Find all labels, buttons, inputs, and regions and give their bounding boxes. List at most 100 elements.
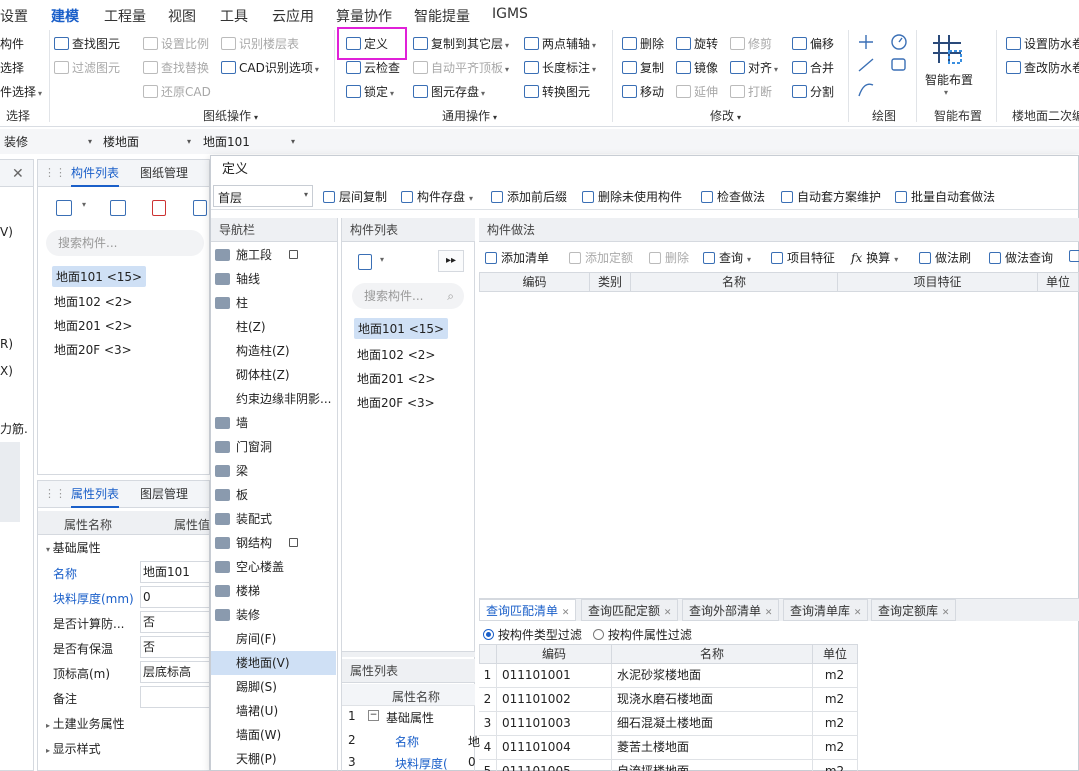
tab-quota-library[interactable]: 查询定额库 ✕ (871, 599, 957, 621)
menu-igms[interactable]: IGMS (492, 6, 528, 22)
filter-element-button[interactable]: 过滤图元 (54, 59, 120, 76)
drag-handle-icon[interactable]: ⋮⋮ (44, 166, 66, 179)
nav-item[interactable]: 装配式 (211, 507, 336, 531)
menu-modeling[interactable]: 建模 (51, 6, 79, 31)
nav-item[interactable]: 钢结构 (211, 531, 336, 555)
element-save-button[interactable]: 图元存盘 ▾ (413, 83, 485, 100)
search-input[interactable]: 搜索构件... (46, 230, 204, 256)
close-icon[interactable]: ✕ (562, 608, 570, 618)
close-icon[interactable]: ✕ (12, 166, 24, 182)
list-item[interactable]: 地面20F <3> (357, 394, 435, 411)
row-index[interactable]: 3 (479, 712, 497, 736)
find-replace-button[interactable]: 查找替换 (143, 59, 209, 76)
chevron-down-icon[interactable]: ▾ (82, 200, 86, 209)
auto-flat-button[interactable]: 自动平齐顶板 ▾ (413, 59, 509, 76)
result-unit[interactable]: m2 (812, 688, 858, 712)
list-item[interactable]: 地面201 <2> (357, 370, 435, 387)
section-basic[interactable]: ▾ 基础属性 (46, 539, 101, 556)
result-code[interactable]: 011101003 (496, 712, 612, 736)
result-name[interactable]: 菱苦土楼地面 (611, 736, 813, 760)
collapse-icon[interactable]: − (368, 710, 379, 721)
extend-button[interactable]: 延伸 (676, 83, 718, 100)
tab-bill-library[interactable]: 查询清单库 ✕ (783, 599, 869, 621)
rotate-button[interactable]: 旋转 (676, 35, 718, 52)
row-index[interactable]: 4 (479, 736, 497, 760)
convert-element-button[interactable]: 转换图元 (524, 83, 590, 100)
menu-tools[interactable]: 工具 (220, 6, 248, 26)
nav-item[interactable]: 楼地面(V) (211, 651, 336, 675)
copy-between-floors-button[interactable]: 层间复制 (323, 188, 387, 205)
method-delete-button[interactable]: 删除 (649, 249, 689, 266)
chevron-down-icon[interactable]: ▾ (380, 255, 384, 264)
menu-view[interactable]: 视图 (168, 6, 196, 26)
copy-button[interactable]: 复制 (622, 59, 664, 76)
tab-match-bill[interactable]: 查询匹配清单 ✕ (479, 599, 577, 621)
result-name[interactable]: 水泥砂浆楼地面 (611, 664, 813, 688)
nav-item[interactable]: 轴线 (211, 267, 336, 291)
result-code[interactable]: 011101001 (496, 664, 612, 688)
merge-button[interactable]: 合并 (792, 59, 834, 76)
new-component-icon[interactable] (56, 200, 72, 216)
query-button[interactable]: 查询 ▾ (703, 249, 751, 266)
result-unit[interactable]: m2 (812, 712, 858, 736)
cloud-check-button[interactable]: 云检查 (346, 59, 400, 76)
col-result-name[interactable]: 名称 (611, 644, 813, 664)
list-item[interactable]: 地面102 <2> (357, 346, 435, 363)
component-save-button[interactable]: 构件存盘 ▾ (401, 188, 473, 205)
col-result-code[interactable]: 编码 (496, 644, 612, 664)
set-ratio-button[interactable]: 设置比例 (143, 35, 209, 52)
select-button[interactable]: 选择 (0, 59, 24, 76)
check-method-button[interactable]: 检查做法 (701, 188, 765, 205)
close-icon[interactable]: ✕ (765, 608, 773, 618)
define-button[interactable]: 定义 (346, 35, 388, 52)
result-unit[interactable]: m2 (812, 760, 858, 771)
copy-to-layer-button[interactable]: 复制到其它层 ▾ (413, 35, 509, 52)
result-code[interactable]: 011101005 (496, 760, 612, 771)
nav-item[interactable]: 装修 (211, 603, 336, 627)
draw-tools-icons[interactable] (856, 33, 916, 103)
method-query-button[interactable]: 做法查询 (989, 249, 1053, 266)
section-display[interactable]: ▸ 显示样式 (46, 740, 101, 757)
mirror-button[interactable]: 镜像 (676, 59, 718, 76)
nav-item[interactable]: 板 (211, 483, 336, 507)
row-index[interactable]: 1 (479, 664, 497, 688)
lock-button[interactable]: 锁定 ▾ (346, 83, 394, 100)
nav-item[interactable]: 门窗洞 (211, 435, 336, 459)
col-code[interactable]: 编码 (479, 272, 590, 292)
result-name[interactable]: 自流坪楼地面 (611, 760, 813, 771)
batch-select-button[interactable]: 件选择 ▾ (0, 83, 42, 100)
select-component-button[interactable]: 构件 (0, 35, 24, 52)
nav-item[interactable]: 墙裙(U) (211, 699, 336, 723)
auto-plan-button[interactable]: 自动套方案维护 (781, 188, 881, 205)
col-result-unit[interactable]: 单位 (812, 644, 858, 664)
component-search-input[interactable]: 搜索构件... ⌕ (352, 283, 464, 309)
more-button[interactable] (1069, 249, 1079, 263)
list-item[interactable]: 地面101 <15> (354, 318, 449, 339)
dialog-prop-value[interactable]: 0 (468, 755, 476, 769)
close-icon[interactable]: ✕ (664, 608, 672, 618)
split-button[interactable]: 分割 (792, 83, 834, 100)
menu-settings[interactable]: 设置 (0, 6, 28, 26)
filter-by-type[interactable]: 按构件类型过滤 (483, 626, 582, 643)
col-feature[interactable]: 项目特征 (837, 272, 1038, 292)
filter-by-property[interactable]: 按构件属性过滤 (593, 626, 692, 643)
move-button[interactable]: 移动 (622, 83, 664, 100)
drag-handle-icon[interactable]: ⋮⋮ (44, 487, 66, 500)
type-select[interactable]: 楼地面 ▾ (99, 132, 195, 152)
nav-item[interactable]: 施工段 (211, 243, 336, 267)
menu-collaboration[interactable]: 算量协作 (336, 6, 392, 26)
splitter[interactable] (342, 651, 475, 657)
category-select[interactable]: 装修 ▾ (0, 132, 96, 152)
trash-icon[interactable] (152, 200, 166, 216)
tab-match-quota[interactable]: 查询匹配定额 ✕ (581, 599, 679, 621)
expand-icon[interactable]: ▸▸ (438, 250, 464, 272)
col-name[interactable]: 名称 (630, 272, 838, 292)
add-prefix-suffix-button[interactable]: 添加前后缀 (491, 188, 567, 205)
batch-auto-button[interactable]: 批量自动套做法 (895, 188, 995, 205)
break-button[interactable]: 打断 (730, 83, 772, 100)
result-code[interactable]: 011101002 (496, 688, 612, 712)
nav-item[interactable]: 约束边缘非阴影... (211, 387, 336, 411)
nav-item[interactable]: 梁 (211, 459, 336, 483)
floor-select[interactable]: 首层 ▾ (213, 185, 313, 207)
nav-item[interactable]: 柱 (211, 291, 336, 315)
